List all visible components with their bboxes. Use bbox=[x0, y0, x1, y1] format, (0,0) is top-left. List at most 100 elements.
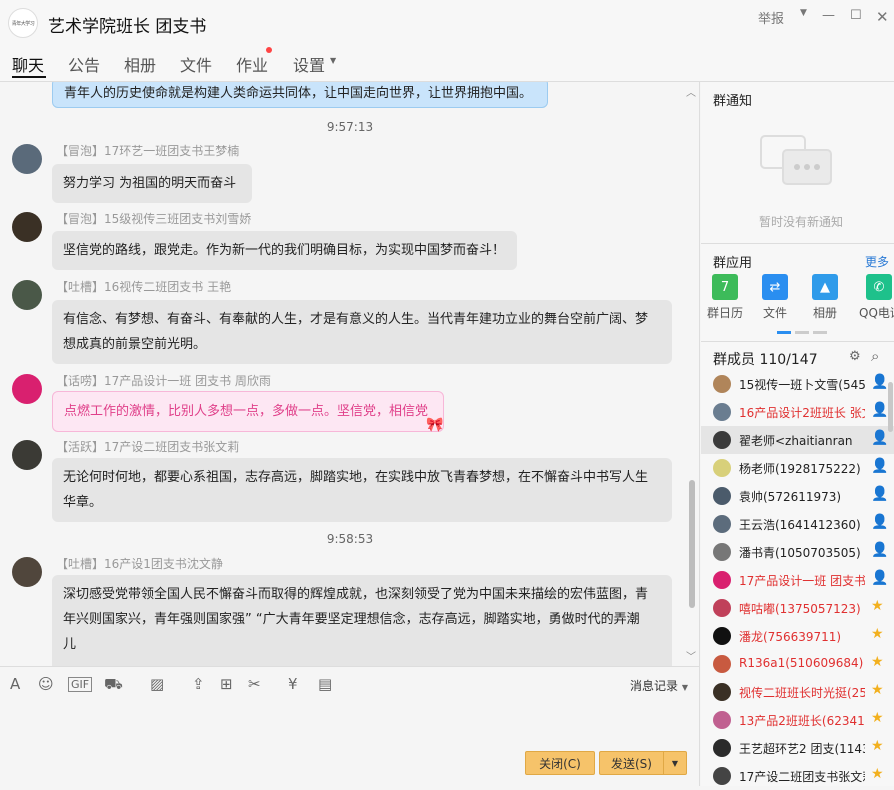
chat-area[interactable]: 青年人的历史使命就是构建人类命运共同体，让中国走向世界，让世界拥抱中国。 9:5… bbox=[0, 82, 700, 666]
member-name: 潘龙(756639711) bbox=[739, 630, 842, 644]
avatar[interactable] bbox=[12, 374, 42, 404]
member-item[interactable]: 嘻咕嘟(1375057123) ★ bbox=[701, 594, 894, 622]
message-sender: 【冒泡】17环艺一班团支书王梦楠 bbox=[56, 144, 240, 158]
screenshot-icon[interactable]: ✂ bbox=[248, 675, 261, 693]
member-item[interactable]: 杨老师(1928175222) 👤 bbox=[701, 454, 894, 482]
tab-announcements[interactable]: 公告 bbox=[68, 52, 100, 76]
app-label: 相册 bbox=[812, 306, 837, 320]
avatar[interactable] bbox=[12, 440, 42, 470]
close-icon[interactable]: ✕ bbox=[876, 8, 889, 26]
member-name: 杨老师(1928175222) bbox=[739, 462, 861, 476]
avatar[interactable] bbox=[12, 557, 42, 587]
member-scrollbar[interactable] bbox=[888, 382, 893, 432]
maximize-icon[interactable]: ☐ bbox=[850, 8, 862, 23]
member-avatar[interactable] bbox=[713, 487, 731, 505]
member-item[interactable]: 王艺超环艺2 团支(11435966 ★ bbox=[701, 734, 894, 762]
close-button[interactable]: 关闭(C) bbox=[525, 751, 595, 775]
member-item[interactable]: 王云浩(1641412360) 👤 bbox=[701, 510, 894, 538]
member-role-icon: 👤 bbox=[871, 514, 889, 530]
member-item[interactable]: 翟老师<zhaitianran 👤 bbox=[701, 426, 894, 454]
upload-icon[interactable]: ⇪ bbox=[192, 675, 205, 693]
member-item[interactable]: 17产品设计一班 团支书 周 👤 bbox=[701, 566, 894, 594]
tab-settings[interactable]: 设置 bbox=[293, 52, 325, 76]
app-calendar[interactable]: 7 群日历 bbox=[705, 274, 745, 321]
send-button[interactable]: 发送(S) bbox=[599, 751, 663, 775]
homework-notification-dot bbox=[266, 47, 272, 53]
member-avatar[interactable] bbox=[713, 403, 731, 421]
tab-album[interactable]: 相册 bbox=[124, 52, 156, 76]
gift-icon[interactable]: ⛟ bbox=[104, 675, 123, 695]
member-avatar[interactable] bbox=[713, 655, 731, 673]
member-settings-icon[interactable]: ⚙ bbox=[849, 349, 861, 364]
member-item[interactable]: 13产品2班班长(62341859 ★ bbox=[701, 706, 894, 734]
receipt-icon[interactable]: ¥ bbox=[288, 675, 298, 693]
message-history-button[interactable]: 消息记录 ▼ bbox=[630, 677, 688, 694]
message-bubble[interactable]: 无论何时何地，都要心系祖国，志存高远，脚踏实地，在实践中放飞青春梦想，在不懈奋斗… bbox=[52, 458, 672, 522]
message-bubble[interactable]: 有信念、有梦想、有奋斗、有奉献的人生，才是有意义的人生。当代青年建功立业的舞台空… bbox=[52, 300, 672, 364]
font-icon[interactable]: A bbox=[10, 675, 20, 693]
member-name: 嘻咕嘟(1375057123) bbox=[739, 602, 861, 616]
tab-chat[interactable]: 聊天 bbox=[12, 52, 44, 76]
gif-icon[interactable]: GIF bbox=[68, 677, 93, 692]
dropdown-icon[interactable]: ▼ bbox=[800, 8, 807, 18]
scroll-up-icon[interactable]: ︿ bbox=[686, 84, 696, 99]
image-icon[interactable]: ▨ bbox=[150, 675, 164, 693]
group-sidebar: 群通知 暂时没有新通知 群应用 更多 7 群日历 ⇄ 文件 ▲ 相册 ✆ QQ电… bbox=[701, 82, 894, 786]
member-avatar[interactable] bbox=[713, 627, 731, 645]
send-options-icon[interactable]: ▼ bbox=[663, 751, 687, 775]
member-item[interactable]: 袁帅(572611973) 👤 bbox=[701, 482, 894, 510]
tab-homework[interactable]: 作业 bbox=[236, 52, 268, 76]
message-line: 无论何时何地，都要心系祖国，志存高远，脚踏实地，在实践中放飞青春梦想，在不懈奋斗… bbox=[63, 470, 649, 485]
tab-bar: 聊天 公告 相册 文件 作业 设置 ▼ bbox=[0, 46, 894, 82]
member-item[interactable]: 16产品设计2班班长 张文 👤 bbox=[701, 398, 894, 426]
report-button[interactable]: 举报 bbox=[758, 8, 784, 27]
message-bubble[interactable]: 深切感受党带领全国人民不懈奋斗而取得的辉煌成就，也深刻领受了党为中国未来描绘的宏… bbox=[52, 575, 672, 666]
member-avatar[interactable] bbox=[713, 375, 731, 393]
group-title: 艺术学院班长 团支书 bbox=[48, 17, 207, 37]
member-avatar[interactable] bbox=[713, 515, 731, 533]
tab-files[interactable]: 文件 bbox=[180, 52, 212, 76]
emoji-icon[interactable]: ☺ bbox=[38, 675, 54, 693]
app-qq-call[interactable]: ✆ QQ电话 bbox=[859, 274, 894, 321]
file-transfer-icon: ⇄ bbox=[762, 274, 788, 300]
search-icon[interactable]: ⌕ bbox=[871, 347, 879, 365]
scrollbar-thumb[interactable] bbox=[689, 480, 695, 608]
member-avatar[interactable] bbox=[713, 683, 731, 701]
member-item[interactable]: 潘书青(1050703505) 👤 bbox=[701, 538, 894, 566]
message-line: 儿 bbox=[63, 637, 77, 652]
avatar[interactable] bbox=[12, 280, 42, 310]
member-avatar[interactable] bbox=[713, 711, 731, 729]
avatar[interactable] bbox=[12, 144, 42, 174]
member-avatar[interactable] bbox=[713, 767, 731, 785]
minimize-icon[interactable]: — bbox=[822, 8, 835, 23]
member-item[interactable]: R136a1(510609684) ★ bbox=[701, 650, 894, 678]
timestamp: 9:57:13 bbox=[326, 120, 374, 134]
red-packet-icon[interactable]: ⊞ bbox=[220, 675, 233, 693]
member-avatar[interactable] bbox=[713, 459, 731, 477]
more-apps-link[interactable]: 更多 bbox=[865, 253, 889, 270]
members-title: 群成员 110/147 bbox=[713, 352, 818, 368]
member-item[interactable]: 15视传一班卜文雪(5450 👤 bbox=[701, 370, 894, 398]
more-tools-icon[interactable]: ▤ bbox=[318, 675, 332, 693]
scroll-down-icon[interactable]: ﹀ bbox=[686, 648, 696, 663]
member-avatar[interactable] bbox=[713, 543, 731, 561]
message-bubble[interactable]: 点燃工作的激情，比别人多想一点，多做一点。坚信党，相信党 bbox=[52, 391, 444, 432]
apps-title: 群应用 bbox=[713, 256, 753, 271]
active-tab-indicator bbox=[12, 76, 46, 78]
member-avatar[interactable] bbox=[713, 739, 731, 757]
member-avatar[interactable] bbox=[713, 599, 731, 617]
member-name: 王云浩(1641412360) bbox=[739, 518, 861, 532]
message-bubble[interactable]: 坚信党的路线，跟党走。作为新一代的我们明确目标，为实现中国梦而奋斗！ bbox=[52, 231, 517, 270]
message-bubble[interactable]: 努力学习 为祖国的明天而奋斗 bbox=[52, 164, 252, 203]
avatar[interactable] bbox=[12, 212, 42, 242]
member-item[interactable]: 视传二班班长时光挺(250502 ★ bbox=[701, 678, 894, 706]
admin-star-icon: ★ bbox=[871, 738, 884, 754]
member-avatar[interactable] bbox=[713, 431, 731, 449]
message-input[interactable]: 关闭(C) 发送(S) ▼ bbox=[0, 702, 700, 786]
member-item[interactable]: 潘龙(756639711) ★ bbox=[701, 622, 894, 650]
input-toolbar: A ☺ GIF ⛟ ▨ ⇪ ⊞ ✂ ¥ ▤ 消息记录 ▼ bbox=[0, 666, 700, 702]
member-avatar[interactable] bbox=[713, 571, 731, 589]
message-bubble[interactable]: 青年人的历史使命就是构建人类命运共同体，让中国走向世界，让世界拥抱中国。 bbox=[52, 82, 548, 108]
app-files[interactable]: ⇄ 文件 bbox=[755, 274, 795, 321]
app-album[interactable]: ▲ 相册 bbox=[805, 274, 845, 321]
